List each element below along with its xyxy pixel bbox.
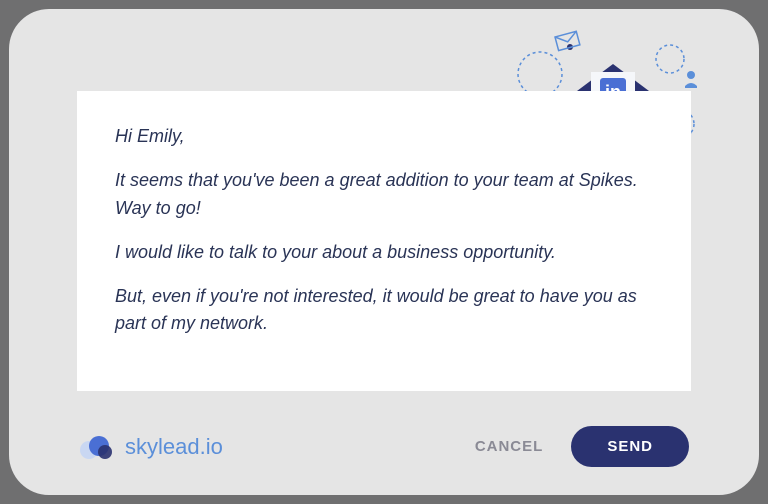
send-button[interactable]: SEND	[571, 426, 689, 467]
message-paragraph: I would like to talk to your about a bus…	[115, 239, 653, 267]
action-buttons: CANCEL SEND	[475, 426, 689, 467]
message-paragraph: But, even if you're not interested, it w…	[115, 283, 653, 339]
cancel-button[interactable]: CANCEL	[475, 438, 544, 455]
brand-logo: skylead.io	[79, 432, 223, 462]
message-body: Hi Emily, It seems that you've been a gr…	[77, 91, 691, 391]
skylead-logo-icon	[79, 432, 115, 462]
message-paragraph: It seems that you've been a great additi…	[115, 167, 653, 223]
greeting-line: Hi Emily,	[115, 123, 653, 151]
footer-bar: skylead.io CANCEL SEND	[9, 426, 759, 467]
brand-name: skylead.io	[125, 434, 223, 460]
compose-modal: in Hi Emily, It seems that you've been a…	[9, 9, 759, 495]
